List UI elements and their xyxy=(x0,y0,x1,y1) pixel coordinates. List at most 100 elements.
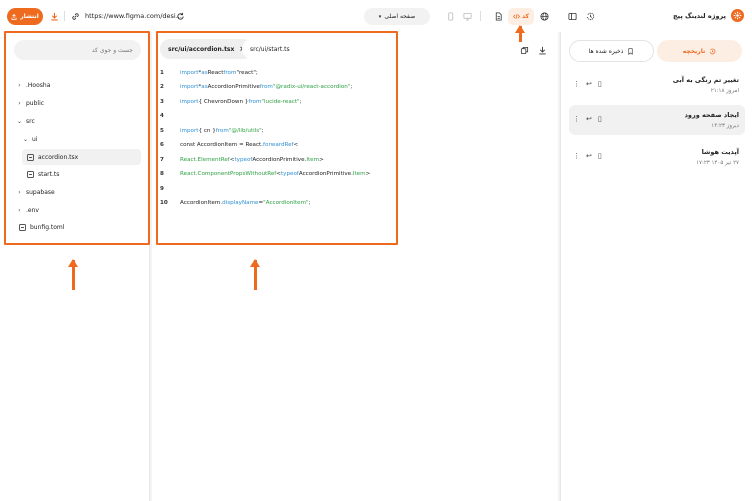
code-line: 8 React.ComponentPropsWithoutRef < typeof A… xyxy=(160,171,370,177)
history-item[interactable]: تغییر تم رنگی به آبی امروز ۲۱:۱۸ ⋮ ↩ ▯ xyxy=(569,70,745,100)
code-token: AccordionPrimitive. xyxy=(252,156,307,163)
code-line: 9 xyxy=(160,186,180,192)
chevron-down-icon: ⌄ xyxy=(17,118,23,125)
code-line: 4 xyxy=(160,113,180,119)
code-token: "lucide-react" xyxy=(261,98,300,105)
code-token: AccordionPrimitive. xyxy=(298,171,353,177)
chevron-down-icon: ▾ xyxy=(378,13,382,20)
reload-icon xyxy=(176,12,184,20)
history-item-title: ایجاد صفحه ورود xyxy=(684,111,739,119)
history-item-title: تغییر تم رنگی به آبی xyxy=(672,76,739,84)
restore-icon[interactable]: ↩ xyxy=(586,115,592,123)
code-line: 2 import * as AccordionPrimitive from "@r… xyxy=(160,84,352,90)
app-logo-icon xyxy=(731,9,744,22)
restore-icon[interactable]: ↩ xyxy=(586,80,592,88)
tree-folder-public[interactable]: › public xyxy=(17,100,44,107)
download-code-button[interactable] xyxy=(536,44,548,56)
code-search-input[interactable] xyxy=(14,40,141,60)
bookmark-icon[interactable]: ▯ xyxy=(598,80,602,88)
code-token: from xyxy=(215,127,229,134)
line-number: 3 xyxy=(160,98,164,105)
code-token: import xyxy=(180,70,199,76)
code-line: 3 import { ChevronDown } from "lucide-rea… xyxy=(160,99,301,105)
page-select[interactable]: ▾ صفحه اصلی xyxy=(364,8,430,25)
file-icon xyxy=(27,171,34,178)
line-number: 9 xyxy=(160,185,164,192)
tree-item-label: start.ts xyxy=(38,171,60,178)
bookmark-icon[interactable]: ▯ xyxy=(598,152,602,160)
tree-folder-env[interactable]: › .env xyxy=(17,207,39,214)
file-icon xyxy=(27,153,34,161)
tab-history-label: تاریخچه xyxy=(682,47,706,55)
code-token: Item xyxy=(306,156,320,163)
reload-button[interactable] xyxy=(174,10,186,22)
restore-icon[interactable]: ↩ xyxy=(586,152,592,160)
project-title: پروژه لندینگ پیج xyxy=(672,12,726,20)
chevron-right-icon: › xyxy=(18,82,21,89)
arrow-up-icon xyxy=(515,25,525,42)
download-icon xyxy=(50,12,58,20)
tree-folder-src[interactable]: ⌄ src xyxy=(17,118,35,125)
mobile-view-button[interactable] xyxy=(444,10,456,22)
chevron-down-icon: ⌄ xyxy=(23,136,29,143)
history-item-time: دیروز ۱۴:۲۳ xyxy=(711,123,739,129)
tree-folder-ui[interactable]: ⌄ ui xyxy=(23,136,37,143)
history-item[interactable]: آپدیت هوشا ۲۷ تیر ۱۴۰۵ ۱۷:۲۳ ⋮ ↩ ▯ xyxy=(569,142,745,172)
line-number: 5 xyxy=(160,127,164,134)
document-icon xyxy=(495,11,502,21)
code-token: { ChevronDown } xyxy=(198,98,249,105)
code-line: 6 const AccordionItem = React. forwardRef < xyxy=(160,142,298,148)
code-icon xyxy=(513,13,520,20)
tree-item-label: bunfig.toml xyxy=(30,224,65,231)
code-token: > xyxy=(365,171,371,177)
history-button[interactable] xyxy=(584,10,596,22)
code-token: Item xyxy=(352,171,366,177)
tree-file-bunfig[interactable]: bunfig.toml xyxy=(19,224,64,231)
arrow-up-icon xyxy=(250,259,260,290)
code-token: import xyxy=(180,84,199,91)
globe-icon xyxy=(539,11,549,21)
language-button[interactable] xyxy=(538,10,550,22)
code-token: React.ElementRef xyxy=(180,156,230,163)
code-token: < xyxy=(293,142,299,148)
code-token: typeof xyxy=(280,171,299,177)
code-toggle-button[interactable]: کد xyxy=(508,8,534,25)
preview-url[interactable]: https://www.figma.com/desi... xyxy=(85,12,182,20)
publish-button[interactable]: انتشار xyxy=(7,8,43,25)
tree-folder-supabase[interactable]: › supabase xyxy=(17,189,54,196)
code-line: 1 import * as React from "react"; xyxy=(160,70,258,76)
tab-saved[interactable]: ذخیره شده ها xyxy=(569,40,654,62)
copy-button[interactable] xyxy=(518,44,530,56)
code-token: { cn } xyxy=(198,127,216,134)
top-toolbar: انتشار https://www.figma.com/desi... ▾ ص… xyxy=(0,0,560,32)
code-token: ; xyxy=(299,98,302,105)
code-token: import xyxy=(180,127,199,134)
tree-file-start[interactable]: start.ts xyxy=(27,171,59,178)
sidebar-toggle-button[interactable] xyxy=(566,10,578,22)
more-icon[interactable]: ⋮ xyxy=(573,80,580,88)
history-item[interactable]: ایجاد صفحه ورود دیروز ۱۴:۲۳ ⋮ ↩ ▯ xyxy=(569,105,745,135)
history-panel: ذخیره شده ها تاریخچه تغییر تم رنگی به آب… xyxy=(560,32,752,501)
code-line: 5 import { cn } from "@/lib/utils"; xyxy=(160,128,264,134)
tab-start[interactable]: src/ui/start.ts xyxy=(242,39,298,59)
code-token: from xyxy=(259,84,273,91)
download-button[interactable] xyxy=(48,10,60,22)
tab-accordion[interactable]: src/ui/accordion.tsx × xyxy=(160,39,254,59)
code-token: from xyxy=(248,98,262,105)
more-icon[interactable]: ⋮ xyxy=(573,152,580,160)
tree-folder-hoosha[interactable]: › .Hoosha xyxy=(17,82,50,89)
mobile-icon xyxy=(447,11,453,21)
bookmark-icon xyxy=(628,47,633,55)
line-number: 1 xyxy=(160,70,164,76)
desktop-view-button[interactable] xyxy=(461,10,473,22)
document-button[interactable] xyxy=(492,10,504,22)
tab-history[interactable]: تاریخچه xyxy=(657,40,742,62)
bookmark-icon[interactable]: ▯ xyxy=(598,115,602,123)
code-line: 7 React.ElementRef < typeof AccordionPrimit… xyxy=(160,157,324,163)
app-window: انتشار https://www.figma.com/desi... ▾ ص… xyxy=(0,0,752,501)
tree-file-accordion[interactable]: accordion.tsx xyxy=(22,149,141,165)
chevron-right-icon: › xyxy=(18,207,21,214)
line-number: 7 xyxy=(160,156,164,163)
more-icon[interactable]: ⋮ xyxy=(573,115,580,123)
link-button[interactable] xyxy=(69,10,81,22)
